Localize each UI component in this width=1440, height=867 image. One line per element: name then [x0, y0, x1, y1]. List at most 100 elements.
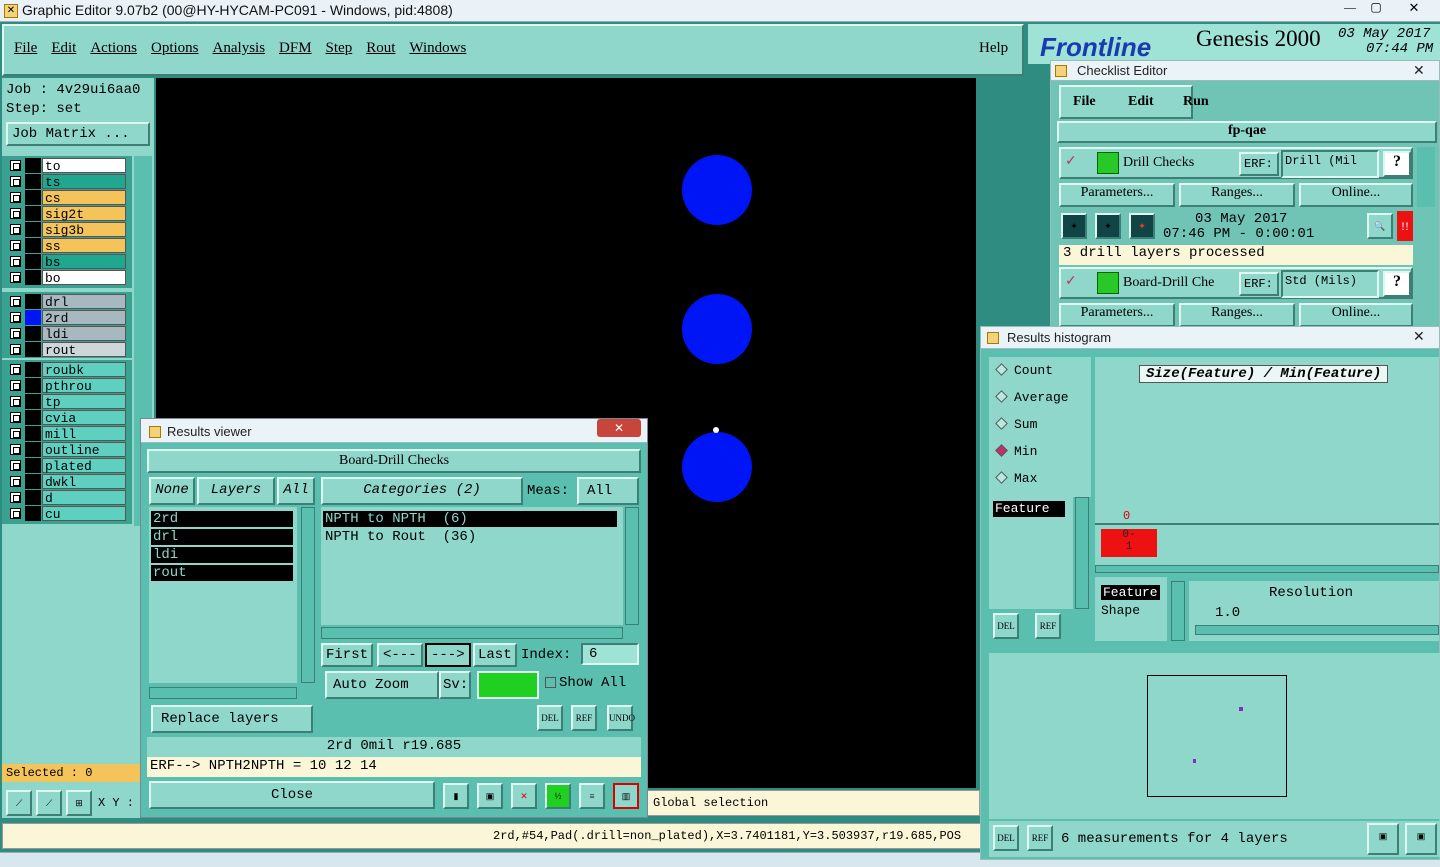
check1-erf-field[interactable]: Drill (Mil	[1281, 150, 1379, 178]
histogram-option[interactable]: Average	[995, 390, 1069, 405]
layer-row[interactable]: rout	[8, 342, 126, 358]
layer-results-scroll[interactable]	[301, 507, 315, 683]
layer-checkbox[interactable]	[10, 312, 21, 323]
zoom-tool-icon[interactable]: ⟋	[6, 790, 32, 816]
resolution-slider[interactable]	[1195, 625, 1439, 635]
layer-row[interactable]: to	[8, 158, 126, 174]
check2-help-button[interactable]: ?	[1383, 271, 1411, 297]
layer-row[interactable]: ss	[8, 238, 126, 254]
layer-row[interactable]: outline	[8, 442, 126, 458]
layer-result-item[interactable]: 2rd	[151, 511, 293, 527]
layer-checkbox[interactable]	[10, 428, 21, 439]
layer-checkbox[interactable]	[10, 224, 21, 235]
layer-checkbox[interactable]	[10, 160, 21, 171]
layer-row[interactable]: sig3b	[8, 222, 126, 238]
viewer-tool-icon-4[interactable]: ½	[545, 783, 571, 809]
checklist-close-button[interactable]: ✕	[1413, 62, 1425, 79]
check1-checkbox[interactable]: ✓	[1065, 153, 1077, 170]
stop-run-icon[interactable]: ✦	[1129, 213, 1155, 239]
index-input[interactable]: 6	[581, 643, 639, 665]
check1-scroll[interactable]	[1417, 147, 1435, 207]
layer-checkbox[interactable]	[10, 380, 21, 391]
checklist-menu-item[interactable]: Edit	[1128, 94, 1154, 110]
layers-button[interactable]: Layers	[197, 477, 275, 505]
histogram-bar[interactable]: 0- 1	[1101, 529, 1157, 557]
viewer-histogram-icon[interactable]: ▥	[613, 783, 639, 809]
viewer-ref-button[interactable]: REF	[571, 705, 597, 731]
menu-item[interactable]: File	[14, 40, 37, 56]
layer-checkbox[interactable]	[10, 344, 21, 355]
layer-checkbox[interactable]	[10, 296, 21, 307]
histogram-shape[interactable]: Shape	[1101, 603, 1140, 618]
layer-row[interactable]: cs	[8, 190, 126, 206]
check2-checkbox[interactable]: ✓	[1065, 273, 1077, 290]
menu-item[interactable]: Windows	[409, 40, 466, 56]
show-all-checkbox[interactable]	[545, 677, 556, 688]
viewer-report-icon[interactable]: ≡	[579, 783, 605, 809]
viewer-close-icon[interactable]: ✕	[597, 419, 641, 437]
viewer-del-button[interactable]: DEL	[537, 705, 563, 731]
histogram-option[interactable]: Max	[995, 471, 1037, 486]
help-menu[interactable]: Help	[979, 40, 1008, 57]
layer-row[interactable]: ts	[8, 174, 126, 190]
histogram-footer-ref-button[interactable]: REF	[1027, 825, 1053, 851]
layer-row[interactable]: 2rd	[8, 310, 126, 326]
menu-item[interactable]: Analysis	[213, 40, 266, 56]
minimize-button[interactable]: —	[1338, 0, 1362, 18]
layer-row[interactable]: cu	[8, 506, 126, 522]
viewer-close-button[interactable]: Close	[149, 781, 435, 809]
check1-params-button[interactable]: Parameters...	[1059, 183, 1175, 207]
job-matrix-button[interactable]: Job Matrix ...	[6, 122, 150, 146]
check1-ranges-button[interactable]: Ranges...	[1179, 183, 1295, 207]
check2-erf-field[interactable]: Std (Mils)	[1281, 270, 1379, 298]
check2-ranges-button[interactable]: Ranges...	[1179, 303, 1295, 327]
drill-pad-1[interactable]	[682, 155, 752, 225]
check2-online-button[interactable]: Online...	[1299, 303, 1413, 327]
layer-checkbox[interactable]	[10, 508, 21, 519]
checklist-menu-item[interactable]: Run	[1183, 94, 1209, 110]
layer-row[interactable]: drl	[8, 294, 126, 310]
first-button[interactable]: First	[321, 643, 373, 667]
last-button[interactable]: Last	[473, 643, 517, 667]
histogram-option[interactable]: Min	[995, 444, 1037, 459]
drill-pad-2[interactable]	[682, 294, 752, 364]
histogram-close-button[interactable]: ✕	[1413, 328, 1425, 345]
layer-checkbox[interactable]	[10, 256, 21, 267]
layer-checkbox[interactable]	[10, 492, 21, 503]
layer-row[interactable]: bs	[8, 254, 126, 270]
histogram-export-icon[interactable]: ▣	[1367, 823, 1399, 855]
check2-params-button[interactable]: Parameters...	[1059, 303, 1175, 327]
histogram-hscroll[interactable]	[1095, 565, 1439, 573]
drill-pad-3[interactable]	[682, 432, 752, 502]
maximize-button[interactable]: ▢	[1364, 0, 1388, 18]
layer-checkbox[interactable]	[10, 412, 21, 423]
layers-none-button[interactable]: None	[149, 477, 195, 505]
next-button[interactable]: --->	[425, 643, 471, 667]
category-result-item[interactable]: NPTH to NPTH (6)	[323, 511, 617, 527]
layer-results-hscroll[interactable]	[149, 687, 297, 699]
layer-checkbox[interactable]	[10, 364, 21, 375]
layer-checkbox[interactable]	[10, 396, 21, 407]
layer-row[interactable]: roubk	[8, 362, 126, 378]
layer-checkbox[interactable]	[10, 176, 21, 187]
layer-checkbox[interactable]	[10, 444, 21, 455]
run-icon[interactable]: ✦	[1061, 213, 1087, 239]
layer-row[interactable]: tp	[8, 394, 126, 410]
layer-row[interactable]: pthrou	[8, 378, 126, 394]
layer-result-item[interactable]: rout	[151, 565, 293, 581]
layer-result-item[interactable]: ldi	[151, 547, 293, 563]
categories-button[interactable]: Categories (2)	[321, 477, 523, 505]
layer-checkbox[interactable]	[10, 460, 21, 471]
layer-checkbox[interactable]	[10, 328, 21, 339]
check1-name[interactable]: Drill Checks	[1123, 155, 1194, 171]
viewer-tool-icon-3[interactable]: ✕	[511, 783, 537, 809]
auto-zoom-dropdown[interactable]: Auto Zoom	[325, 671, 439, 699]
layer-row[interactable]: mill	[8, 426, 126, 442]
histogram-import-icon[interactable]: ▣	[1405, 823, 1437, 855]
menu-item[interactable]: Options	[151, 40, 199, 56]
layer-row[interactable]: plated	[8, 458, 126, 474]
menu-item[interactable]: Actions	[90, 40, 137, 56]
check2-name[interactable]: Board-Drill Che	[1123, 275, 1214, 291]
histogram-del-button[interactable]: DEL	[993, 613, 1019, 639]
layer-row[interactable]: sig2t	[8, 206, 126, 222]
